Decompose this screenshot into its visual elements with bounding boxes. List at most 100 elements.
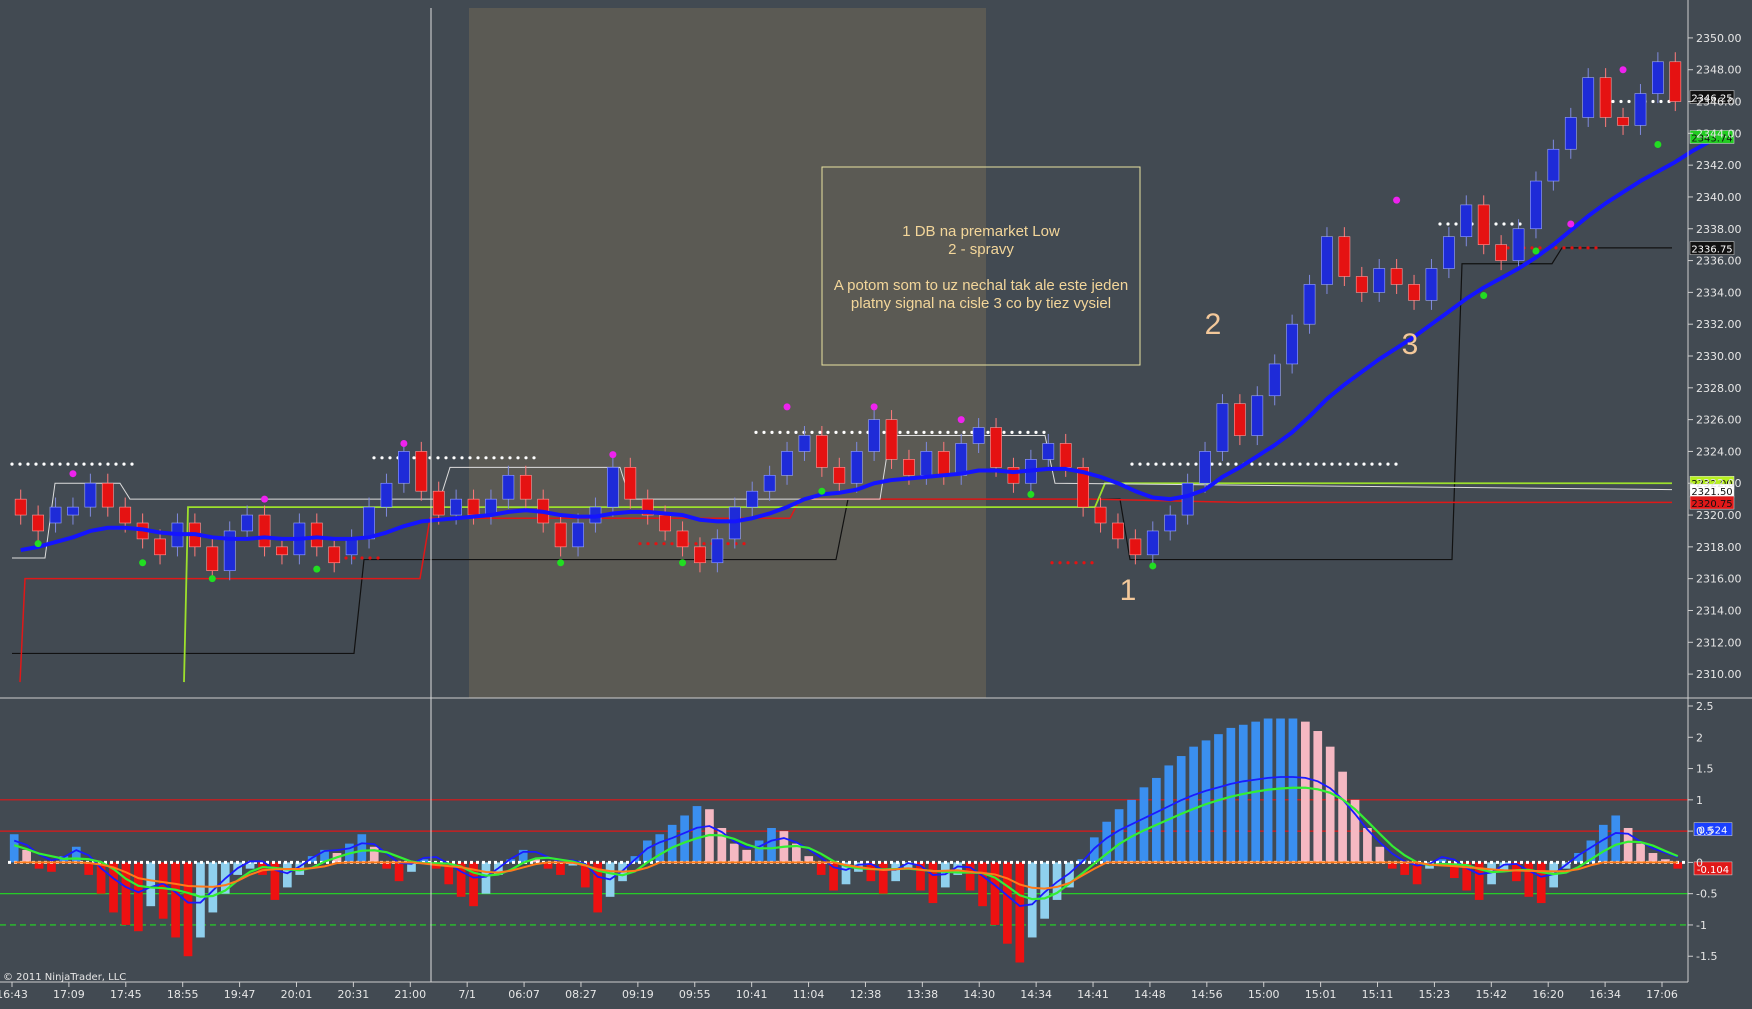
histogram-bar — [990, 862, 1000, 925]
histogram-bar — [754, 840, 764, 863]
zero-line-dot — [116, 860, 119, 864]
resistance-dot — [388, 456, 392, 460]
zero-line-dot — [590, 860, 593, 864]
zero-line-dot — [986, 860, 989, 864]
osc-tick-label: 0.5 — [1696, 825, 1714, 838]
resistance-dot — [962, 430, 966, 434]
histogram-bar — [1139, 787, 1149, 863]
candle-body — [1094, 506, 1107, 524]
support-dot — [1562, 246, 1566, 250]
price-tick-label: 2344.00 — [1696, 127, 1742, 140]
zero-line-dot — [1562, 860, 1565, 864]
zero-line-dot — [1544, 860, 1547, 864]
zero-line-dot — [608, 860, 611, 864]
time-tick-label: 17:06 — [1646, 988, 1678, 1001]
zero-line-dot — [188, 860, 191, 864]
zero-line-dot — [980, 860, 983, 864]
support-dot — [1090, 561, 1094, 565]
histogram-bar — [978, 862, 987, 907]
support-dot — [638, 542, 642, 546]
time-tick-label: 08:27 — [565, 988, 597, 1001]
candle-body — [1216, 403, 1229, 452]
resistance-dot — [754, 430, 758, 434]
histogram-bar — [816, 862, 826, 875]
zero-line-dot — [860, 860, 863, 864]
candle-body — [903, 459, 915, 476]
candle-body — [990, 427, 1002, 468]
resistance-dot — [460, 456, 464, 460]
candle-body — [1112, 522, 1124, 540]
support-dot — [376, 556, 380, 560]
zero-line-dot — [998, 860, 1001, 864]
resistance-dot — [930, 430, 934, 434]
candle-body — [1234, 403, 1246, 436]
support-dot — [1050, 561, 1054, 565]
zero-line-dot — [176, 860, 179, 864]
candle-body — [450, 498, 462, 516]
price-tick-label: 2342.00 — [1696, 159, 1742, 172]
support-dot — [1530, 246, 1534, 250]
histogram-bar — [357, 834, 367, 863]
resistance-dot — [412, 456, 416, 460]
candle-body — [850, 451, 863, 484]
zero-line-dot — [1064, 860, 1067, 864]
support-dot — [670, 542, 674, 546]
zero-line-dot — [500, 860, 503, 864]
resistance-dot — [954, 430, 958, 434]
zero-line-dot — [206, 860, 209, 864]
candle-body — [1268, 363, 1281, 397]
histogram-bar — [1276, 718, 1285, 863]
zero-line-dot — [158, 860, 161, 864]
candle-body — [711, 538, 724, 564]
zero-line-dot — [956, 860, 959, 864]
time-tick-label: 17:45 — [110, 988, 142, 1001]
resistance-dot — [1018, 430, 1022, 434]
pivot-low-marker — [1480, 292, 1488, 300]
support-dot — [368, 556, 372, 560]
resistance-dot — [1627, 99, 1631, 104]
candle-body — [1669, 61, 1682, 102]
histogram-bar — [1598, 824, 1608, 863]
histogram-bar — [1313, 731, 1323, 863]
pivot-high-marker — [1567, 220, 1575, 228]
histogram-bar — [1003, 862, 1012, 944]
histogram-bar — [692, 806, 702, 863]
resistance-dot — [476, 456, 480, 460]
candle-body — [1634, 93, 1647, 126]
zero-line-dot — [872, 860, 875, 864]
histogram-bar — [369, 846, 379, 863]
histogram-bar — [729, 843, 739, 863]
histogram-bar — [71, 846, 81, 863]
zero-line-dot — [1472, 860, 1475, 864]
support-dot — [646, 542, 650, 546]
zero-line-dot — [1502, 860, 1505, 864]
price-tick-label: 2322.00 — [1696, 477, 1742, 490]
time-tick-label: 06:07 — [508, 988, 540, 1001]
candle-body — [380, 482, 393, 508]
note-line-3: A potom som to uz nechal tak ale este je… — [834, 277, 1128, 294]
time-tick-label: 20:31 — [338, 988, 370, 1001]
zero-line-dot — [284, 860, 287, 864]
resistance-dot — [1510, 222, 1514, 226]
pivot-high-marker — [1619, 66, 1627, 74]
zero-line-dot — [614, 860, 617, 864]
histogram-bar — [1536, 862, 1546, 904]
zero-line-dot — [110, 860, 113, 864]
histogram-bar — [22, 849, 31, 863]
candle-body — [1599, 77, 1612, 118]
resistance-dot — [1282, 462, 1286, 466]
zero-line-dot — [620, 860, 623, 864]
support-dot — [702, 542, 706, 546]
zero-line-dot — [182, 860, 185, 864]
candle-body — [816, 435, 828, 468]
ninjatrader-chart: 2346.252343.742336.752322.002321.502320.… — [0, 0, 1752, 1009]
resistance-dot — [1394, 462, 1398, 466]
price-tick-label: 2338.00 — [1696, 223, 1742, 236]
zero-line-dot — [1550, 860, 1553, 864]
support-dot — [654, 542, 658, 546]
zero-line-dot — [1556, 860, 1559, 864]
price-tick-label: 2340.00 — [1696, 191, 1742, 204]
time-tick-label: 20:01 — [281, 988, 313, 1001]
zero-line-dot — [1016, 860, 1019, 864]
resistance-dot — [1502, 222, 1506, 226]
